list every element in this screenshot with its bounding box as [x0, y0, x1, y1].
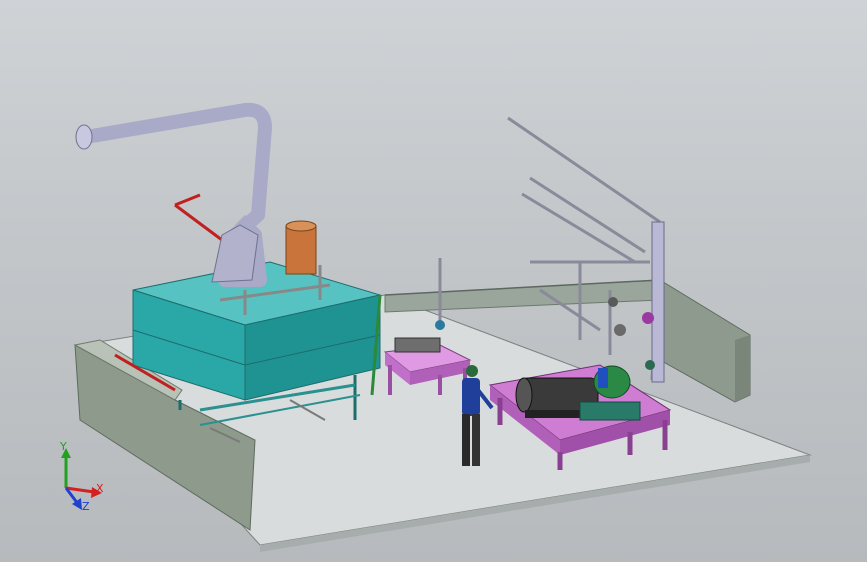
z-axis-label: Z: [82, 500, 90, 513]
vertical-duct: [651, 221, 665, 383]
x-axis-label: X: [96, 482, 104, 495]
back-wall[interactable]: [384, 279, 661, 313]
red-pipe-top: [174, 203, 223, 242]
y-axis-label: Y: [59, 440, 67, 453]
axis-triad[interactable]: Y X Z: [44, 440, 114, 520]
orange-vessel[interactable]: [285, 220, 317, 275]
3d-scene[interactable]: [0, 0, 867, 562]
exhaust-duct[interactable]: [75, 102, 272, 287]
cad-viewport[interactable]: Y X Z: [0, 0, 867, 562]
small-pump[interactable]: [394, 337, 441, 353]
